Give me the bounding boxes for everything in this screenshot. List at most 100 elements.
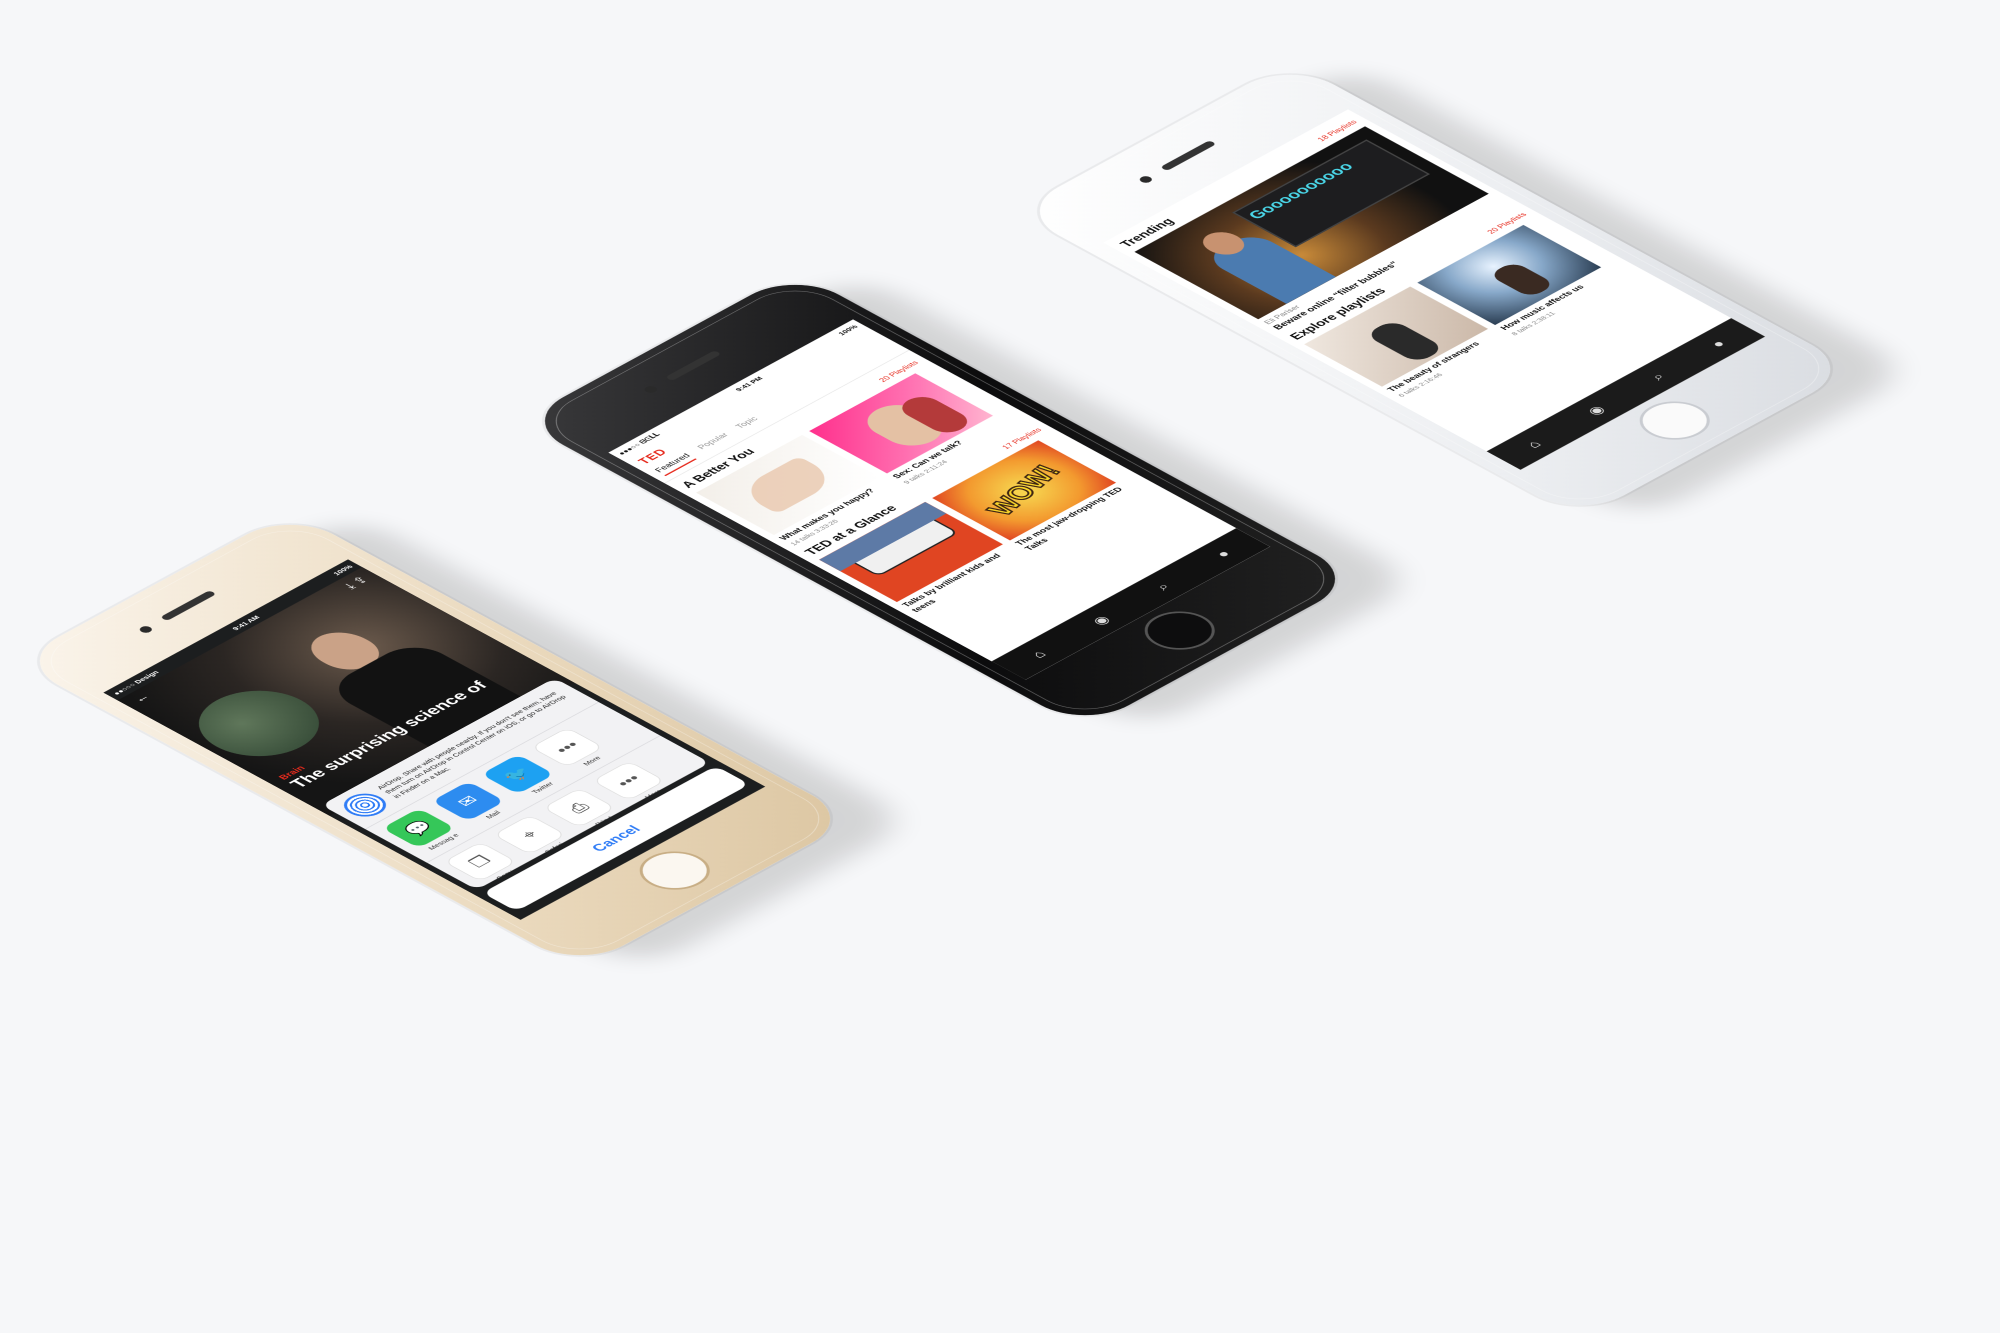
share-mail[interactable]: ✉ Mail: [429, 780, 517, 828]
talk-meta: Brain The surprising science of: [276, 660, 515, 790]
playlist-count-link[interactable]: 20 Playlists: [1486, 211, 1530, 235]
bottom-tab-bar: ⌂ ◉ ⌕ ●: [991, 528, 1271, 680]
home-button[interactable]: [1625, 393, 1725, 448]
section-title: Explore playlists: [1287, 286, 1390, 342]
time-label: 9:41 AM: [230, 614, 262, 632]
airdrop-description: AirDrop. Share with people nearby. If yo…: [374, 690, 568, 800]
home-icon[interactable]: ⌂: [1523, 438, 1546, 450]
talk-title: The surprising science of: [285, 678, 492, 791]
playlist-thumbnail: [1417, 224, 1602, 326]
copy-icon: ❐: [443, 841, 518, 882]
playlist-card[interactable]: Sex: Can we talk? 9 talks 2:11:24: [809, 373, 1014, 485]
profile-icon[interactable]: ●: [1212, 548, 1235, 560]
playlist-card[interactable]: How music affects us 8 talks 2:38:11: [1417, 224, 1622, 337]
twitter-icon: 🐦: [480, 754, 555, 795]
tab-popular[interactable]: Popular: [695, 431, 735, 453]
section-header: TED at a Glance 17 Playlists: [788, 417, 1057, 563]
record-icon[interactable]: ◉: [1088, 613, 1114, 627]
space-gray-phone: ●●●○○ ᗺᕮᒪᒪ 9:41 PM 100% TED Featured Pop…: [519, 270, 1361, 730]
cancel-button[interactable]: Cancel: [482, 765, 750, 912]
action-label: Prin t: [593, 815, 615, 828]
playlist-meta: 8 talks 2:38:11: [1509, 310, 1558, 337]
search-icon[interactable]: ⌕: [1152, 581, 1174, 593]
app-header: TED: [623, 327, 888, 471]
time-label: 9:41 PM: [733, 375, 765, 393]
section-header: Trending 18 Playlists: [1103, 109, 1372, 255]
gold-phone: ●●○○○ Design 9:41 AM 100% ← ⤓ ⇪ Brain Th…: [14, 510, 856, 970]
playlist-title: The most jaw-dropping TED Talks: [1013, 486, 1126, 553]
action-safari[interactable]: ⌖ Safari: [491, 814, 579, 862]
playlist-title: How music affects us: [1498, 283, 1587, 332]
home-icon[interactable]: ⌂: [1028, 648, 1051, 660]
share-twitter[interactable]: 🐦 Twitter: [479, 753, 567, 801]
talk-title[interactable]: Beware online "filter bubbles": [1270, 200, 1510, 331]
phone-body: ●●○○○ Design 9:41 AM 100% ← ⤓ ⇪ Brain Th…: [14, 510, 856, 970]
playlist-row: Talks by brilliant kids and teens WOW! T…: [812, 430, 1157, 618]
action-more[interactable]: ••• More: [590, 760, 678, 808]
battery-label: 100%: [836, 323, 860, 337]
home-button[interactable]: [1130, 603, 1230, 658]
talk-category[interactable]: Brain: [276, 660, 498, 781]
section-header: A Better You 20 Playlists: [665, 350, 934, 496]
silver-phone: Trending 18 Playlists Goooooooooo Eli Pa…: [1014, 60, 1856, 520]
featured-screen: ●●●○○ ᗺᕮᒪᒪ 9:41 PM 100% TED Featured Pop…: [608, 319, 1271, 680]
playlist-thumbnail: [696, 434, 880, 536]
playlist-count-link[interactable]: 18 Playlists: [1316, 119, 1360, 143]
bottom-tab-bar: ⌂ ◉ ⌕ ●: [1486, 318, 1766, 470]
share-icon[interactable]: ⇪: [350, 575, 372, 587]
action-copy[interactable]: ❐ Copy: [441, 841, 529, 889]
playlist-row: What makes you happy? 14 talks 3:33:26 S…: [689, 363, 1033, 550]
action-print[interactable]: ⎙ Prin t: [540, 787, 628, 835]
trending-talk-image[interactable]: Goooooooooo: [1134, 126, 1489, 320]
tab-featured[interactable]: Featured: [652, 452, 697, 477]
share-app-label: More: [581, 754, 603, 767]
tab-topic[interactable]: Topic: [733, 415, 764, 432]
playlist-meta: 6 talks 2:16:46: [1396, 371, 1445, 399]
playlist-card[interactable]: Talks by brilliant kids and teens: [819, 501, 1025, 614]
playlist-card[interactable]: What makes you happy? 14 talks 3:33:26: [696, 434, 901, 547]
playlist-card[interactable]: WOW! The most jaw-dropping TED Talks: [932, 440, 1138, 552]
trending-caption: Eli Pariser Beware online "filter bubble…: [1251, 190, 1518, 335]
playlist-thumbnail: [1304, 286, 1489, 387]
segment-tabs: Featured Popular Topic: [643, 338, 910, 484]
share-sheet: AirDrop. Share with people nearby. If yo…: [321, 677, 711, 890]
status-bar: ●●○○○ Design 9:41 AM 100%: [103, 559, 362, 700]
action-label: More: [642, 788, 665, 801]
share-actions-row: ❐ Copy ⌖ Safari ⎙ Prin t ••• More: [427, 735, 711, 890]
share-more-apps[interactable]: ••• More: [528, 726, 616, 774]
share-apps-row: 💬 Messag e ✉ Mail 🐦 Twitter ••• More: [365, 702, 661, 863]
airdrop-row[interactable]: AirDrop. Share with people nearby. If yo…: [321, 677, 600, 830]
home-button[interactable]: [625, 843, 725, 898]
phone-body: ●●●○○ ᗺᕮᒪᒪ 9:41 PM 100% TED Featured Pop…: [519, 270, 1361, 730]
profile-icon[interactable]: ●: [1707, 338, 1730, 350]
playlist-count-link[interactable]: 17 Playlists: [1001, 427, 1045, 451]
back-icon[interactable]: ←: [130, 692, 155, 706]
playlist-row: The beauty of strangers 6 talks 2:16:46 …: [1297, 215, 1641, 402]
search-icon[interactable]: ⌕: [1647, 371, 1669, 383]
action-label: Safari: [542, 841, 567, 855]
section-title: TED at a Glance: [802, 503, 901, 558]
messages-icon: 💬: [381, 808, 456, 849]
carrier-label: ●●○○○ Design: [111, 669, 161, 697]
front-camera: [642, 384, 660, 395]
playlist-title: Talks by brilliant kids and teens: [900, 552, 1004, 614]
section-header: Explore playlists 20 Playlists: [1273, 202, 1542, 348]
download-icon[interactable]: ⤓: [342, 582, 359, 591]
more-icon: •••: [591, 760, 666, 801]
talk-hero-image: [117, 567, 575, 816]
earpiece: [159, 590, 217, 621]
stage-screen-text: Goooooooooo: [1244, 160, 1358, 222]
playlist-title: What makes you happy?: [777, 487, 878, 542]
share-messages[interactable]: 💬 Messag e: [380, 807, 468, 855]
playlist-thumbnail: WOW!: [932, 440, 1117, 541]
playlist-card[interactable]: The beauty of strangers 6 talks 2:16:46: [1304, 286, 1509, 399]
playlist-meta: 14 talks 3:33:26: [788, 518, 841, 547]
print-icon: ⎙: [542, 787, 617, 828]
share-app-label: Mail: [483, 809, 503, 820]
record-icon[interactable]: ◉: [1583, 403, 1609, 417]
wow-graphic-text: WOW!: [979, 460, 1068, 520]
playlist-count-link[interactable]: 20 Playlists: [877, 360, 921, 384]
earpiece: [1159, 140, 1217, 171]
speaker-figure: [266, 608, 542, 758]
earpiece: [664, 350, 722, 381]
